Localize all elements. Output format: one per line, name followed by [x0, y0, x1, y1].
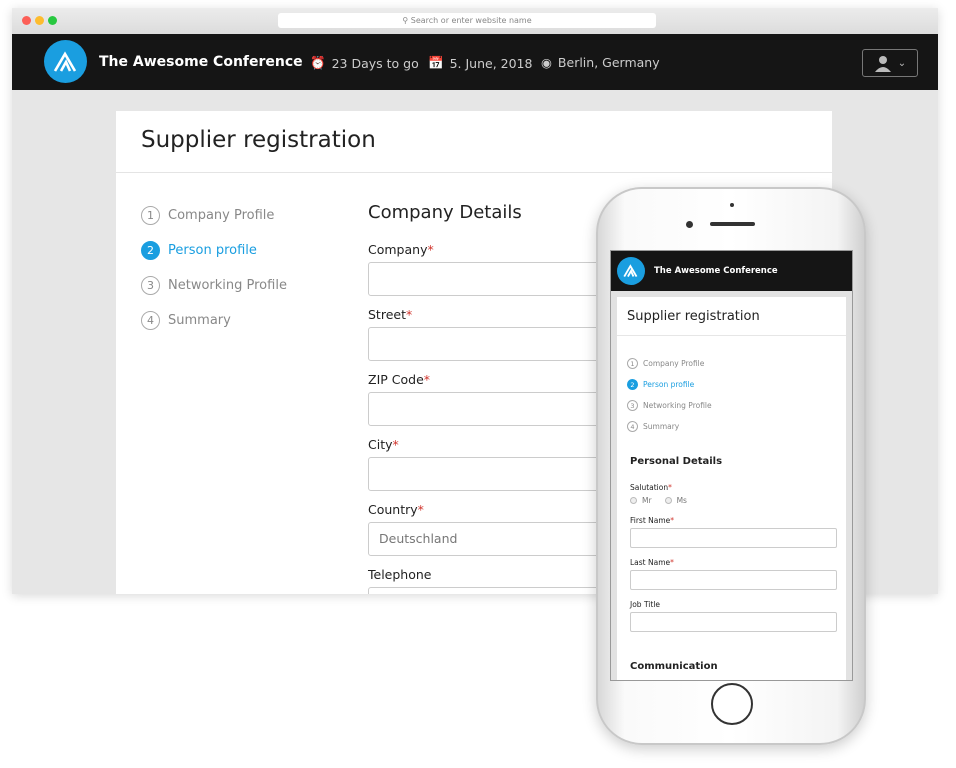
salutation-radio-group: Mr Ms: [630, 496, 687, 505]
mobile-card: Supplier registration 1 Company Profile 2…: [617, 297, 846, 680]
divider: [617, 335, 846, 336]
minimize-window-button[interactable]: [35, 16, 44, 25]
step-company-profile[interactable]: 1 Company Profile: [141, 206, 287, 225]
mobile-screen: The Awesome Conference Supplier registra…: [610, 250, 853, 681]
user-menu-button[interactable]: ⌄: [862, 49, 918, 77]
mobile-brand-name: The Awesome Conference: [654, 266, 778, 276]
divider: [116, 172, 832, 173]
step-summary[interactable]: 4 Summary: [141, 311, 287, 330]
browser-titlebar: ⚲ Search or enter website name: [12, 8, 938, 34]
mobile-section-communication: Communication: [630, 661, 718, 672]
address-bar[interactable]: ⚲ Search or enter website name: [278, 13, 656, 28]
step-networking-profile[interactable]: 3 Networking Profile: [141, 276, 287, 295]
page-title: Supplier registration: [141, 127, 376, 153]
radio-mr[interactable]: [630, 497, 637, 504]
countdown: ⏰ 23 Days to go: [310, 55, 419, 71]
logo-icon[interactable]: [44, 40, 87, 83]
section-title: Company Details: [368, 202, 522, 223]
search-icon: ⚲: [402, 16, 411, 25]
step-person-profile[interactable]: 2 Person profile: [141, 241, 287, 260]
speaker: [710, 222, 755, 226]
site-header: The Awesome Conference ⏰ 23 Days to go 📅 5…: [12, 34, 938, 90]
chevron-down-icon: ⌄: [897, 57, 907, 69]
calendar-icon: 📅: [428, 55, 444, 70]
mobile-step-list: 1 Company Profile 2 Person profile 3 Networ…: [627, 358, 712, 432]
job-title-input[interactable]: [630, 612, 837, 632]
maximize-window-button[interactable]: [48, 16, 57, 25]
last-name-input[interactable]: [630, 570, 837, 590]
step-list: 1 Company Profile 2 Person profile 3 Networ…: [141, 206, 287, 330]
mobile-step-networking-profile[interactable]: 3 Networking Profile: [627, 400, 712, 411]
close-window-button[interactable]: [22, 16, 31, 25]
mobile-step-summary[interactable]: 4 Summary: [627, 421, 712, 432]
mobile-page-title: Supplier registration: [627, 309, 760, 324]
front-camera: [686, 221, 693, 228]
mobile-step-person-profile[interactable]: 2 Person profile: [627, 379, 712, 390]
user-icon: [874, 56, 891, 72]
event-location: ◉ Berlin, Germany: [541, 55, 660, 70]
event-date: 📅 5. June, 2018: [428, 55, 533, 71]
first-name-input[interactable]: [630, 528, 837, 548]
alarm-clock-icon: ⏰: [310, 55, 326, 70]
radio-ms[interactable]: [664, 497, 672, 504]
map-pin-icon: ◉: [541, 55, 552, 70]
mobile-step-company-profile[interactable]: 1 Company Profile: [627, 358, 712, 369]
home-button[interactable]: [711, 683, 753, 725]
brand-name: The Awesome Conference: [99, 54, 303, 70]
mobile-logo-icon[interactable]: [617, 257, 645, 285]
sensor: [730, 203, 734, 207]
mobile-header: The Awesome Conference: [611, 251, 852, 291]
mobile-section-title: Personal Details: [630, 456, 723, 467]
phone-mockup: The Awesome Conference Supplier registra…: [596, 187, 866, 745]
